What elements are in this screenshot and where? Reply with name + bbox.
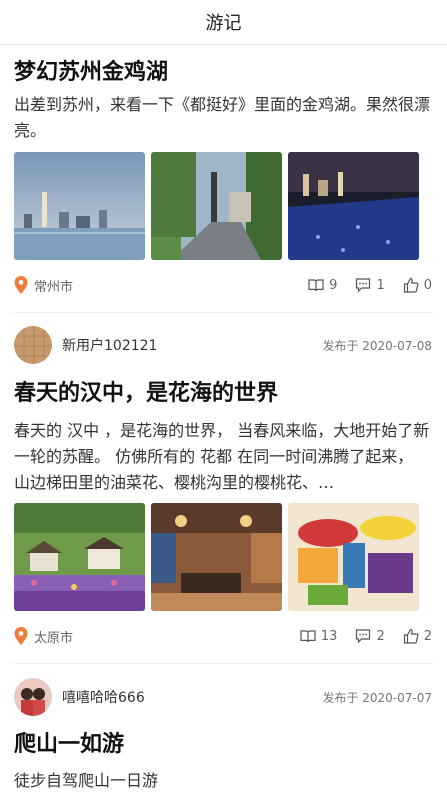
- post-photo[interactable]: [288, 152, 419, 260]
- post-photo[interactable]: [14, 503, 145, 611]
- location-label: 太原市: [34, 630, 74, 646]
- location[interactable]: 太原市: [14, 627, 73, 646]
- location-pin-icon: [14, 627, 28, 645]
- post-photo[interactable]: [14, 152, 145, 260]
- post-title[interactable]: 爬山一如游: [14, 726, 124, 758]
- book-icon: [308, 279, 324, 292]
- post-title[interactable]: 春天的汉中，是花海的世界: [14, 375, 278, 407]
- post-title[interactable]: 梦幻苏州金鸡湖: [14, 54, 168, 86]
- location-pin-icon: [14, 276, 28, 294]
- publish-date: 发布于 2020-07-08: [322, 338, 432, 353]
- comment-count[interactable]: 2: [355, 628, 385, 644]
- post-description: 春天的 汉中 ，是花海的世界， 当春风来临，大地开始了新一轮的苏醒。 仿佛所有的…: [14, 421, 430, 492]
- post-description: 徒步自驾爬山一日游: [14, 771, 159, 790]
- read-count[interactable]: 9: [308, 277, 337, 293]
- comment-icon: [356, 629, 371, 644]
- post-description: 出差到苏州，来看一下《都挺好》里面的金鸡湖。果然很漂亮。: [14, 95, 431, 140]
- avatar[interactable]: [14, 326, 52, 364]
- comment-count[interactable]: 1: [355, 277, 385, 293]
- post-photo[interactable]: [288, 503, 419, 611]
- post-photo[interactable]: [151, 503, 282, 611]
- page-title: 游记: [205, 13, 242, 34]
- thumbs-up-icon: [403, 628, 419, 644]
- location[interactable]: 常州市: [14, 276, 73, 295]
- post-card[interactable]: 新用户102121 发布于 2020-07-08 春天的汉中，是花海的世界 春天…: [0, 313, 447, 663]
- location-label: 常州市: [34, 279, 74, 295]
- publish-date: 发布于 2020-07-07: [322, 690, 432, 705]
- comment-icon: [356, 278, 371, 293]
- avatar[interactable]: [14, 678, 52, 716]
- book-icon: [300, 630, 316, 643]
- like-count[interactable]: 2: [403, 628, 432, 644]
- username[interactable]: 嘻嘻哈哈666: [62, 687, 145, 707]
- like-count[interactable]: 0: [403, 277, 432, 293]
- post-card[interactable]: 嘻嘻哈哈666 发布于 2020-07-07 爬山一如游 徒步自驾爬山一日游: [0, 664, 447, 797]
- username[interactable]: 新用户102121: [62, 335, 157, 355]
- thumbs-up-icon: [403, 277, 419, 293]
- post-photo[interactable]: [151, 152, 282, 260]
- top-bar: 游记: [0, 0, 447, 45]
- read-count[interactable]: 13: [300, 628, 337, 644]
- post-card[interactable]: 梦幻苏州金鸡湖 出差到苏州，来看一下《都挺好》里面的金鸡湖。果然很漂亮。 常州市…: [0, 44, 447, 309]
